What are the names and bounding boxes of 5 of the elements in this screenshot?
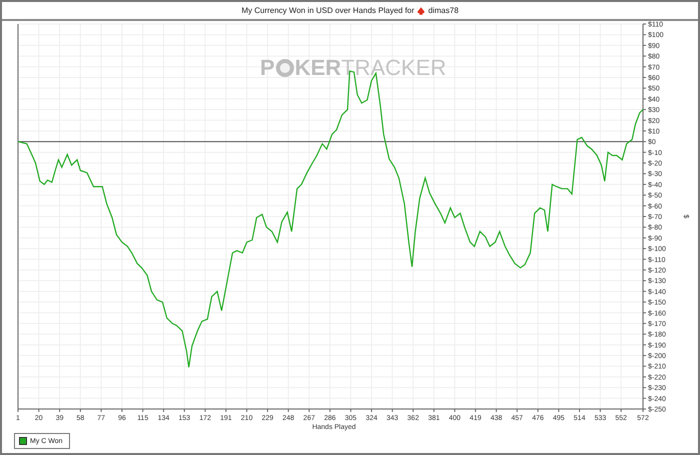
watermark-text: TRACKER <box>341 55 446 81</box>
watermark-text: KER <box>294 55 342 81</box>
player-name: dimas78 <box>428 6 459 15</box>
watermark-text: P <box>260 55 275 81</box>
chart-title: My Currency Won in USD over Hands Played for <box>241 6 414 15</box>
